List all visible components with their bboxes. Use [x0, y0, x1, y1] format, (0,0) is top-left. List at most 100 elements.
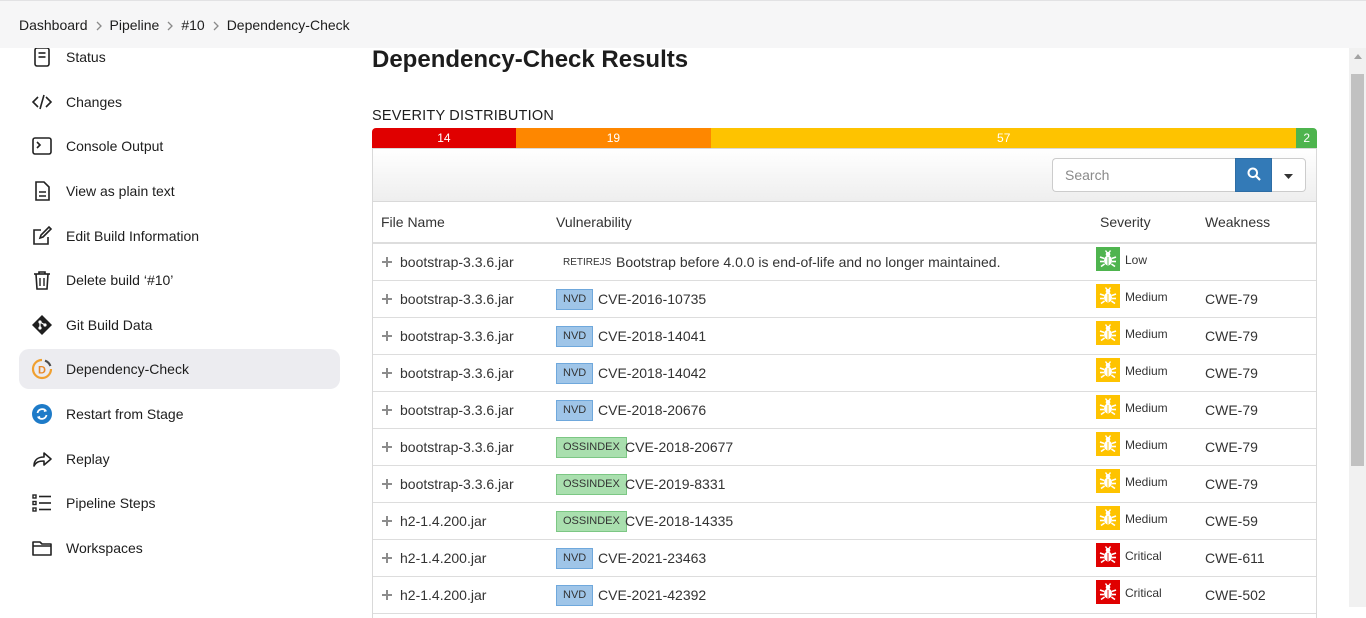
- trash-icon: [31, 269, 53, 291]
- svg-text:D: D: [38, 365, 46, 377]
- vulnerability-cell[interactable]: CVE-2021-23463: [598, 550, 706, 566]
- severity-bug-icon: [1096, 247, 1120, 271]
- page-scrollbar[interactable]: [1349, 48, 1366, 607]
- edit-icon: [31, 225, 53, 247]
- vulnerability-cell[interactable]: CVE-2021-42392: [598, 587, 706, 603]
- source-badge: NVD: [556, 326, 594, 347]
- vulnerability-cell[interactable]: CVE-2018-14041: [598, 328, 706, 344]
- page-title: Dependency-Check Results: [372, 46, 689, 73]
- table-row[interactable]: bootstrap-3.3.6.jar NVD CVE-2018-14042 Medi…: [373, 355, 1316, 392]
- sidebar-item-changes[interactable]: Changes: [19, 82, 340, 122]
- table-row[interactable]: h2-1.4.200.jar OSSINDEX CVE-2018-14335 Medi…: [373, 503, 1316, 540]
- sidebar-item-workspaces[interactable]: Workspaces: [19, 528, 340, 568]
- severity-label: Medium: [1125, 475, 1168, 489]
- sidebar-item-edit-build-information[interactable]: Edit Build Information: [19, 216, 340, 256]
- table-header: File Name Vulnerability Severity Weaknes…: [373, 202, 1316, 244]
- sidebar-item-label: Replay: [66, 451, 110, 467]
- sidebar-item-label: Status: [66, 49, 106, 65]
- sidebar-item-label: Console Output: [66, 138, 164, 154]
- table-row[interactable]: h2-1.4.200.jar NVD CVE-2021-23463 Critical C…: [373, 540, 1316, 577]
- document-icon: [31, 46, 53, 68]
- weakness-cell[interactable]: CWE-79: [1205, 439, 1258, 455]
- file-name-cell: bootstrap-3.3.6.jar: [400, 291, 514, 307]
- expand-row-icon[interactable]: [381, 367, 393, 379]
- breadcrumb-build[interactable]: #10: [181, 17, 204, 33]
- severity-bug-icon: [1096, 432, 1120, 456]
- code-icon: [31, 91, 53, 113]
- severity-label: Medium: [1125, 512, 1168, 526]
- weakness-cell[interactable]: CWE-79: [1205, 365, 1258, 381]
- severity-segment-medium: 57: [710, 128, 1297, 148]
- breadcrumb-dashboard[interactable]: Dashboard: [19, 17, 88, 33]
- vulnerability-cell[interactable]: CVE-2018-14042: [598, 365, 706, 381]
- weakness-cell[interactable]: CWE-79: [1205, 328, 1258, 344]
- scrollbar-thumb[interactable]: [1351, 74, 1364, 466]
- severity-label: Medium: [1125, 401, 1168, 415]
- vulnerability-cell[interactable]: CVE-2018-20676: [598, 402, 706, 418]
- breadcrumb-dependency-check[interactable]: Dependency-Check: [227, 17, 350, 33]
- sidebar-item-label: Edit Build Information: [66, 228, 200, 244]
- sidebar-item-label: Delete build ‘#10’: [66, 272, 174, 288]
- expand-row-icon[interactable]: [381, 515, 393, 527]
- search-input[interactable]: [1052, 158, 1235, 192]
- breadcrumb-pipeline[interactable]: Pipeline: [110, 17, 160, 33]
- severity-label: Medium: [1125, 364, 1168, 378]
- table-row[interactable]: bootstrap-3.3.6.jar NVD CVE-2018-20676 Medi…: [373, 392, 1316, 429]
- sidebar-item-label: Git Build Data: [66, 317, 153, 333]
- table-row[interactable]: bootstrap-3.3.6.jar NVD CVE-2016-10735 Medi…: [373, 281, 1316, 318]
- sidebar-item-view-plain-text[interactable]: View as plain text: [19, 171, 340, 211]
- file-name-cell: bootstrap-3.3.6.jar: [400, 365, 514, 381]
- vulnerability-cell[interactable]: CVE-2018-20677: [625, 439, 733, 455]
- column-header-weakness[interactable]: Weakness: [1205, 214, 1270, 230]
- weakness-cell[interactable]: CWE-79: [1205, 291, 1258, 307]
- expand-row-icon[interactable]: [381, 330, 393, 342]
- sidebar-item-pipeline-steps[interactable]: Pipeline Steps: [19, 483, 340, 523]
- column-header-vulnerability[interactable]: Vulnerability: [556, 214, 632, 230]
- expand-row-icon[interactable]: [381, 441, 393, 453]
- table-row[interactable]: bootstrap-3.3.6.jar OSSINDEX CVE-2018-2067…: [373, 429, 1316, 466]
- sidebar-item-git-build-data[interactable]: Git Build Data: [19, 305, 340, 345]
- severity-bug-icon: [1096, 580, 1120, 604]
- list-icon: [31, 492, 53, 514]
- sidebar-item-restart-from-stage[interactable]: Restart from Stage: [19, 394, 340, 434]
- table-row[interactable]: bootstrap-3.3.6.jar RETIREJS Bootstrap bef…: [373, 244, 1316, 281]
- sidebar-item-console-output[interactable]: Console Output: [19, 126, 340, 166]
- table-row[interactable]: bootstrap-3.3.6.jar NVD CVE-2018-14041 Medi…: [373, 318, 1316, 355]
- expand-row-icon[interactable]: [381, 552, 393, 564]
- search-group: [1052, 158, 1306, 192]
- weakness-cell[interactable]: CWE-79: [1205, 402, 1258, 418]
- expand-row-icon[interactable]: [381, 404, 393, 416]
- search-button[interactable]: [1235, 158, 1272, 192]
- weakness-cell[interactable]: CWE-502: [1205, 587, 1266, 603]
- source-badge: OSSINDEX: [556, 474, 627, 495]
- table-row[interactable]: bootstrap-3.3.6.jar OSSINDEX CVE-2019-8331…: [373, 466, 1316, 503]
- severity-distribution-bar: 14 19 57 2: [372, 128, 1317, 148]
- file-name-cell: h2-1.4.200.jar: [400, 513, 487, 529]
- severity-label: Low: [1125, 253, 1148, 267]
- file-name-cell: bootstrap-3.3.6.jar: [400, 439, 514, 455]
- weakness-cell[interactable]: CWE-59: [1205, 513, 1258, 529]
- vulnerability-cell[interactable]: CVE-2018-14335: [625, 513, 733, 529]
- vulnerability-cell[interactable]: CVE-2019-8331: [625, 476, 725, 492]
- expand-row-icon[interactable]: [381, 478, 393, 490]
- expand-row-icon[interactable]: [381, 293, 393, 305]
- column-header-file-name[interactable]: File Name: [381, 214, 445, 230]
- caret-down-icon: [1284, 167, 1293, 183]
- sidebar-item-replay[interactable]: Replay: [19, 439, 340, 479]
- weakness-cell[interactable]: CWE-79: [1205, 476, 1258, 492]
- vulnerability-cell[interactable]: CVE-2016-10735: [598, 291, 706, 307]
- sidebar-item-dependency-check[interactable]: D Dependency-Check: [19, 349, 340, 389]
- severity-bug-icon: [1096, 395, 1120, 419]
- source-badge: NVD: [556, 363, 594, 384]
- source-badge: NVD: [556, 400, 594, 421]
- expand-row-icon[interactable]: [381, 256, 393, 268]
- expand-row-icon[interactable]: [381, 589, 393, 601]
- severity-label: Critical: [1125, 586, 1162, 600]
- column-header-severity[interactable]: Severity: [1100, 214, 1151, 230]
- scroll-up-arrow-icon[interactable]: [1349, 48, 1366, 65]
- table-row[interactable]: h2-1.4.200.jar NVD CVE-2021-42392 Critical C…: [373, 577, 1316, 614]
- weakness-cell[interactable]: CWE-611: [1205, 550, 1265, 566]
- source-badge: NVD: [556, 548, 594, 569]
- sidebar-item-delete-build[interactable]: Delete build ‘#10’: [19, 260, 340, 300]
- search-dropdown-button[interactable]: [1272, 158, 1306, 192]
